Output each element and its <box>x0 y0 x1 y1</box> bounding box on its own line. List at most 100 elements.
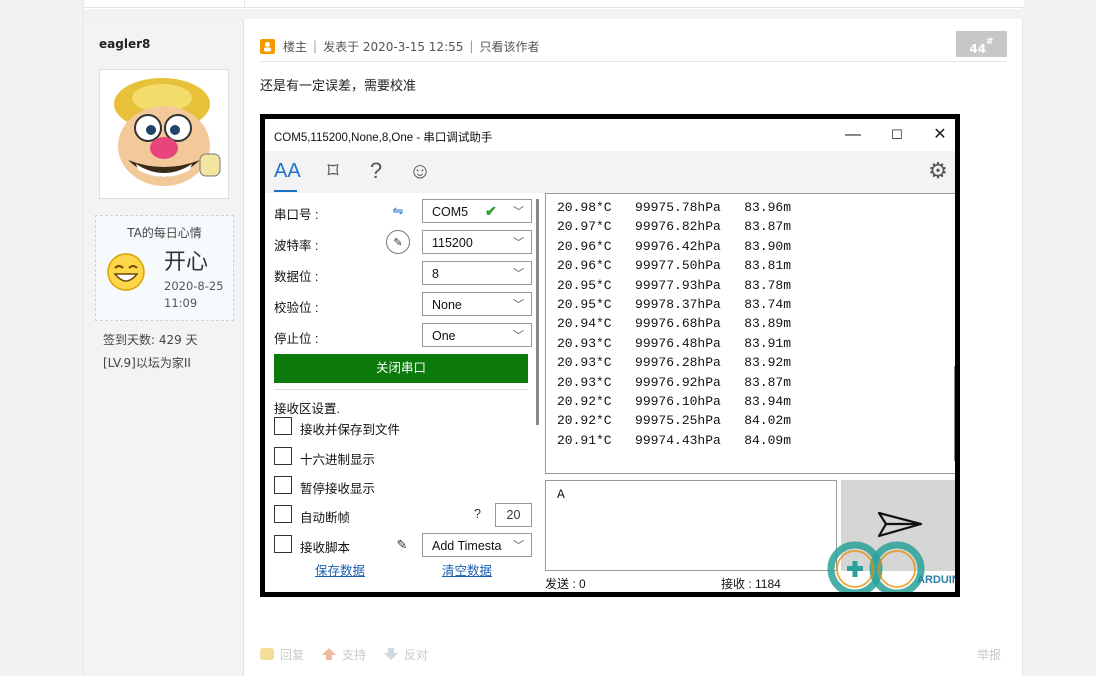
help-icon: ? <box>369 158 383 183</box>
databits-row: 数据位 : 8 ﹀ <box>274 261 534 285</box>
recv-script-checkbox <box>274 535 292 553</box>
pause-display-checkbox <box>274 476 292 494</box>
chevron-down-icon: ﹀ <box>513 540 524 552</box>
chevron-down-icon: ﹀ <box>513 299 524 311</box>
output-line: 20.93*C 99976.28hPa 83.92m <box>557 355 792 371</box>
thread-starter-icon <box>260 38 275 54</box>
minimize-icon: — <box>845 126 861 143</box>
oppose-button[interactable]: 反对 <box>384 646 428 663</box>
serial-tool-window: COM5,115200,None,8,One - 串口调试助手 — ☐ ✕ AA… <box>265 119 955 592</box>
thumbs-down-icon <box>384 648 399 660</box>
output-line: 20.95*C 99978.37hPa 83.74m <box>557 297 792 313</box>
post-actions: 回复 支持 反对 <box>260 645 446 663</box>
close-icon: ✕ <box>933 126 947 143</box>
databits-select: 8 ﹀ <box>422 261 532 285</box>
baud-select: 115200 ﹀ <box>422 230 532 254</box>
hex-display-label: 十六进制显示 <box>300 453 376 467</box>
post-body-text: 还是有一定误差，需要校准 <box>260 79 417 94</box>
avatar-image <box>104 74 224 194</box>
port-select: COM5 ✔ ﹀ <box>422 199 532 223</box>
output-line: 20.98*C 99975.78hPa 83.96m <box>557 200 792 215</box>
parity-value: None <box>432 298 462 312</box>
pause-display-label: 暂停接收显示 <box>300 482 376 496</box>
previous-post-bottom <box>84 0 1024 8</box>
report-link[interactable]: 举报 <box>977 646 1001 663</box>
output-line: 20.95*C 99977.93hPa 83.78m <box>557 277 792 293</box>
script-edit-icon: ✎ <box>396 537 408 552</box>
forum-post: eagler8 TA的每日心情 开心 2020-8-25 11:09 签到天数:… <box>83 0 1024 676</box>
oppose-label: 反对 <box>404 647 429 662</box>
output-scrollbar <box>954 366 955 461</box>
crop-icon: ⌑ <box>327 158 339 183</box>
post-image[interactable]: COM5,115200,None,8,One - 串口调试助手 — ☐ ✕ AA… <box>260 114 960 597</box>
output-line: 20.92*C 99976.10hPa 83.94m <box>557 394 792 410</box>
author-name[interactable]: eagler8 <box>99 37 150 51</box>
recv-script-label: 接收脚本 <box>300 541 351 555</box>
databits-value: 8 <box>432 267 439 281</box>
auto-frame-checkbox <box>274 505 292 523</box>
thumbs-up-icon <box>322 648 337 660</box>
tool-toolbar: AA ⌑ ? ☺ ⚙ <box>265 151 955 193</box>
user-level[interactable]: [LV.9]以坛为家II <box>103 354 191 371</box>
clear-data-link: 清空数据 <box>442 564 493 578</box>
author-sidebar: eagler8 TA的每日心情 开心 2020-8-25 11:09 签到天数:… <box>84 19 244 676</box>
save-to-file-row: 接收并保存到文件 <box>274 415 534 437</box>
floor-number[interactable]: 44# <box>956 31 1007 57</box>
mood-title: TA的每日心情 <box>127 226 202 240</box>
port-value: COM5 <box>432 205 469 219</box>
auto-frame-value: 20 <box>495 503 532 527</box>
hex-display-checkbox <box>274 447 292 465</box>
window-title-bar: COM5,115200,None,8,One - 串口调试助手 — ☐ ✕ <box>265 119 955 151</box>
baud-label: 波特率 : <box>274 239 319 253</box>
reply-button[interactable]: 回复 <box>260 646 304 663</box>
port-label: 串口号 : <box>274 208 319 222</box>
auto-frame-label: 自动断帧 <box>300 511 351 525</box>
port-refresh-icon: ⇋ <box>392 203 404 218</box>
floor-value: 44 <box>969 42 987 56</box>
recv-count: 接收 : 1184 <box>721 577 781 591</box>
post-content: 楼主 | 发表于 2020-3-15 12:55 | 只看该作者 44# 还是有… <box>260 19 1010 676</box>
mood-text: 开心 <box>164 250 209 275</box>
reply-icon <box>260 648 274 660</box>
mood-date: 2020-8-25 11:09 <box>164 278 224 312</box>
script-select: Add Timesta ﹀ <box>422 533 532 557</box>
hex-display-row: 十六进制显示 <box>274 445 534 467</box>
avatar[interactable] <box>99 69 229 199</box>
output-line: 20.94*C 99976.68hPa 83.89m <box>557 316 792 332</box>
maximize-icon: ☐ <box>891 127 903 142</box>
thread-starter-label: 楼主 <box>283 39 308 54</box>
baud-row: 波特率 : ✎ 115200 ﹀ <box>274 230 534 254</box>
parity-select: None ﹀ <box>422 292 532 316</box>
pause-display-row: 暂停接收显示 <box>274 474 534 496</box>
happy-face-icon <box>107 253 145 291</box>
mood-date-day: 2020-8-25 <box>164 279 224 293</box>
stopbits-select: One ﹀ <box>422 323 532 347</box>
output-line: 20.93*C 99976.92hPa 83.87m <box>557 374 792 390</box>
watermark-text: ARDUINO <box>917 574 955 586</box>
settings-icon: ⚙ <box>928 158 948 183</box>
auto-frame-help-icon: ? <box>474 507 481 521</box>
settings-panel: 串口号 : ⇋ COM5 ✔ ﹀ 波特率 : ✎ 115200 ﹀ 数据位: … <box>265 193 540 592</box>
post-time: 发表于 2020-3-15 12:55 <box>323 39 464 54</box>
only-author-link[interactable]: 只看该作者 <box>479 38 539 55</box>
send-input-text: A <box>557 487 565 502</box>
output-line: 20.97*C 99976.82hPa 83.87m <box>557 219 792 235</box>
parity-row: 校验位 : None ﹀ <box>274 292 534 316</box>
font-icon: AA <box>274 160 301 182</box>
support-label: 支持 <box>342 647 367 662</box>
recv-script-row: 接收脚本 ✎ Add Timesta ﹀ <box>274 533 534 557</box>
stopbits-row: 停止位 : One ﹀ <box>274 323 534 347</box>
save-data-link: 保存数据 <box>315 564 366 578</box>
chevron-down-icon: ﹀ <box>513 268 524 280</box>
sign-in-days: 签到天数: 429 天 <box>103 333 198 347</box>
meta-divider <box>260 61 1007 62</box>
floor-mark: # <box>986 37 994 47</box>
daily-mood: TA的每日心情 开心 2020-8-25 11:09 <box>95 215 234 321</box>
support-button[interactable]: 支持 <box>322 646 366 663</box>
output-line: 20.92*C 99975.25hPa 84.02m <box>557 413 792 429</box>
send-input: A <box>545 480 837 571</box>
window-title: COM5,115200,None,8,One - 串口调试助手 <box>274 132 493 144</box>
emoji-icon: ☺ <box>408 158 432 183</box>
chevron-down-icon: ﹀ <box>513 237 524 249</box>
baud-tool-icon: ✎ <box>386 230 410 254</box>
